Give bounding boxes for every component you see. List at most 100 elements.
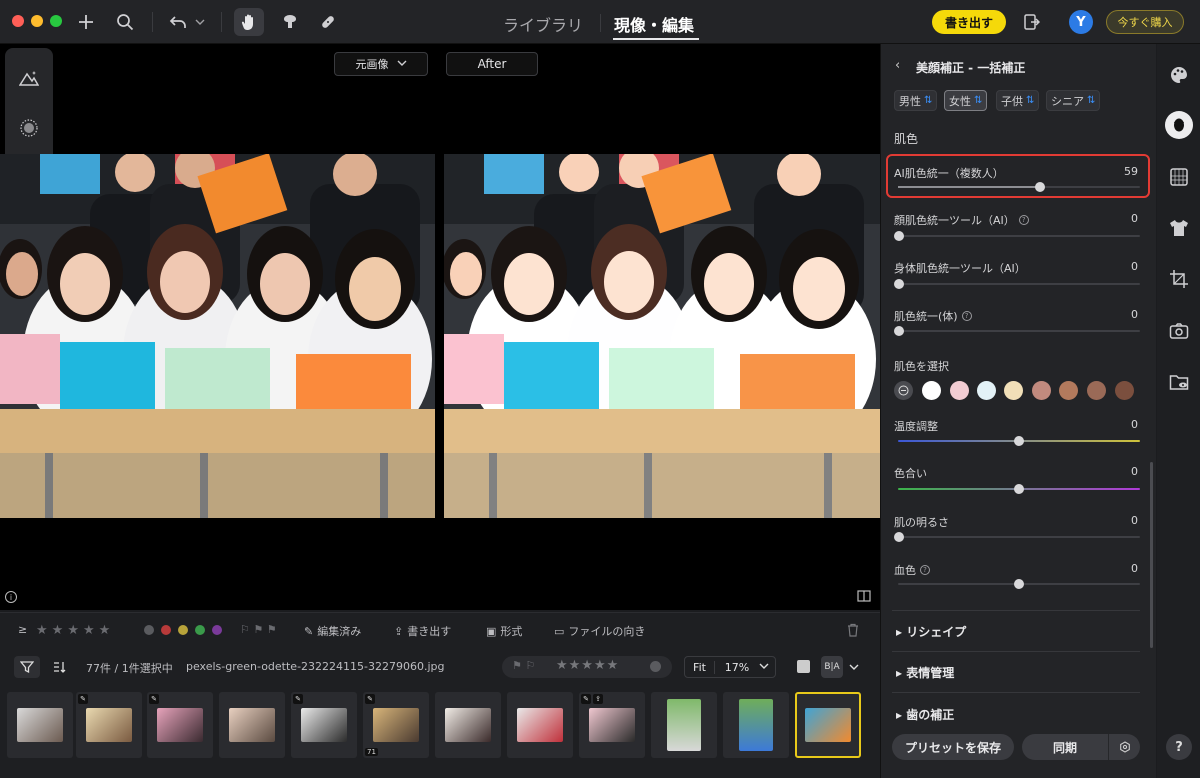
minimize-window-button[interactable] <box>31 15 43 27</box>
orientation-filter[interactable]: ▭ ファイルの向き <box>554 623 645 639</box>
filmstrip-thumbnail[interactable] <box>435 692 501 758</box>
sync-button[interactable]: 同期 <box>1022 734 1140 760</box>
filmstrip-thumbnail[interactable] <box>507 692 573 758</box>
star-icon[interactable]: ★ <box>99 623 111 638</box>
healing-bandage-icon[interactable] <box>316 10 340 34</box>
chip-senior[interactable]: シニア ⇅ <box>1046 90 1101 111</box>
crop-icon[interactable] <box>1168 268 1190 290</box>
export-filter[interactable]: ⇪ 書き出す <box>394 623 451 639</box>
close-window-button[interactable] <box>12 15 24 27</box>
search-icon[interactable] <box>113 10 137 34</box>
mountain-sparkle-icon[interactable] <box>17 66 41 90</box>
skin-swatch[interactable] <box>1032 381 1051 400</box>
filmstrip-thumbnail[interactable]: ✎ <box>291 692 357 758</box>
split-view-icon[interactable] <box>857 590 871 602</box>
chevron-down-icon[interactable] <box>759 661 775 674</box>
slider-value-temperature[interactable]: 0 <box>1098 418 1138 431</box>
section-expression[interactable]: ▸ 表情管理 <box>896 664 954 681</box>
slider-temperature[interactable] <box>898 436 1140 446</box>
filter-icon[interactable] <box>14 656 40 678</box>
palette-icon[interactable] <box>1168 64 1190 86</box>
skin-swatch[interactable] <box>1004 381 1023 400</box>
filmstrip-thumbnail-selected[interactable] <box>795 692 861 758</box>
sort-icon[interactable] <box>46 656 72 678</box>
slider-blood[interactable] <box>898 579 1140 589</box>
chip-female[interactable]: 女性 ⇅ <box>944 90 988 111</box>
slider-value-brightness[interactable]: 0 <box>1098 514 1138 527</box>
skin-swatch[interactable] <box>977 381 996 400</box>
star-icon[interactable]: ★ <box>83 623 95 638</box>
chip-male[interactable]: 男性 ⇅ <box>894 90 938 111</box>
zoom-level[interactable]: 17% <box>715 661 759 674</box>
flag-filter-icons[interactable]: ⚐ ⚑ ⚑ <box>240 623 277 636</box>
flag-icons[interactable]: ⚑ ⚐ <box>512 659 535 672</box>
filmstrip-thumbnail[interactable] <box>219 692 285 758</box>
help-icon[interactable]: ? <box>1018 215 1029 225</box>
sync-settings-icon[interactable] <box>1109 741 1140 753</box>
slider-skin-unify-body[interactable] <box>894 326 1140 336</box>
skin-swatch[interactable] <box>1115 381 1134 400</box>
color-label-green[interactable] <box>195 625 205 635</box>
filmstrip-thumbnail[interactable]: ✎ ⇪ <box>579 692 645 758</box>
info-icon[interactable]: i <box>5 591 17 603</box>
slider-knob[interactable] <box>1014 484 1024 494</box>
color-label-red[interactable] <box>161 625 171 635</box>
maximize-window-button[interactable] <box>50 15 62 27</box>
plus-icon[interactable] <box>74 10 98 34</box>
rating-filter-stars[interactable]: ★ ★ ★ ★ ★ <box>36 623 110 638</box>
skin-swatch[interactable] <box>1087 381 1106 400</box>
filmstrip-thumbnail[interactable] <box>723 692 789 758</box>
slider-value-ai-unify[interactable]: 59 <box>1098 165 1138 178</box>
star-icon[interactable]: ★ <box>52 623 64 638</box>
panel-scrollbar[interactable] <box>1150 462 1153 648</box>
slider-brightness[interactable] <box>894 532 1140 542</box>
slider-value-face-unify[interactable]: 0 <box>1098 212 1138 225</box>
color-label-purple[interactable] <box>212 625 222 635</box>
skin-swatch[interactable] <box>922 381 941 400</box>
section-teeth[interactable]: ▸ 歯の補正 <box>896 706 954 723</box>
undo-icon[interactable] <box>166 10 190 34</box>
buy-now-button[interactable]: 今すぐ購入 <box>1106 10 1184 34</box>
color-label-dot[interactable] <box>650 661 661 672</box>
zoom-control[interactable]: Fit 17% <box>684 656 776 678</box>
filmstrip-thumbnail[interactable] <box>7 692 73 758</box>
rating-stars[interactable]: ★★★★★ <box>556 658 619 673</box>
brush-tool-icon[interactable] <box>278 10 302 34</box>
save-preset-button[interactable]: プリセットを保存 <box>892 734 1014 760</box>
skin-swatch-none[interactable] <box>894 381 913 400</box>
single-view-icon[interactable] <box>797 660 810 673</box>
format-filter[interactable]: ▣ 形式 <box>486 623 522 639</box>
color-label-none[interactable] <box>144 625 154 635</box>
user-avatar[interactable]: Y <box>1069 10 1093 34</box>
compare-source-select[interactable]: 元画像 <box>334 52 428 76</box>
back-chevron-icon[interactable]: ‹ <box>895 58 900 73</box>
help-button[interactable]: ? <box>1166 734 1192 760</box>
help-icon[interactable]: ? <box>961 311 972 321</box>
skin-swatch[interactable] <box>1059 381 1078 400</box>
filmstrip-thumbnail[interactable] <box>651 692 717 758</box>
filmstrip-thumbnail[interactable]: ✎ <box>76 692 142 758</box>
slider-face-unify[interactable] <box>894 231 1140 241</box>
slider-value-skin-unify-body[interactable]: 0 <box>1098 308 1138 321</box>
fit-button[interactable]: Fit <box>685 660 715 674</box>
skin-swatch[interactable] <box>950 381 969 400</box>
slider-knob[interactable] <box>1034 182 1045 192</box>
camera-icon[interactable] <box>1168 320 1190 342</box>
texture-icon[interactable] <box>1168 166 1190 188</box>
face-retouch-icon[interactable] <box>1165 111 1193 139</box>
hand-tool-icon[interactable] <box>234 8 264 36</box>
chevron-down-icon[interactable] <box>192 10 208 34</box>
slider-tint[interactable] <box>898 484 1140 494</box>
slider-value-blood[interactable]: 0 <box>1098 562 1138 575</box>
folder-eye-icon[interactable] <box>1168 371 1190 393</box>
slider-value-tint[interactable]: 0 <box>1098 465 1138 478</box>
color-label-yellow[interactable] <box>178 625 188 635</box>
star-icon[interactable]: ★ <box>36 623 48 638</box>
slider-value-body-unify[interactable]: 0 <box>1098 260 1138 273</box>
radial-filter-icon[interactable] <box>17 116 41 140</box>
export-button[interactable]: 書き出す <box>932 10 1006 34</box>
filmstrip-thumbnail[interactable]: ✎ <box>147 692 213 758</box>
slider-knob[interactable] <box>1014 579 1024 589</box>
before-after-icon[interactable]: B|A <box>821 656 843 678</box>
help-icon[interactable]: ? <box>920 565 930 575</box>
